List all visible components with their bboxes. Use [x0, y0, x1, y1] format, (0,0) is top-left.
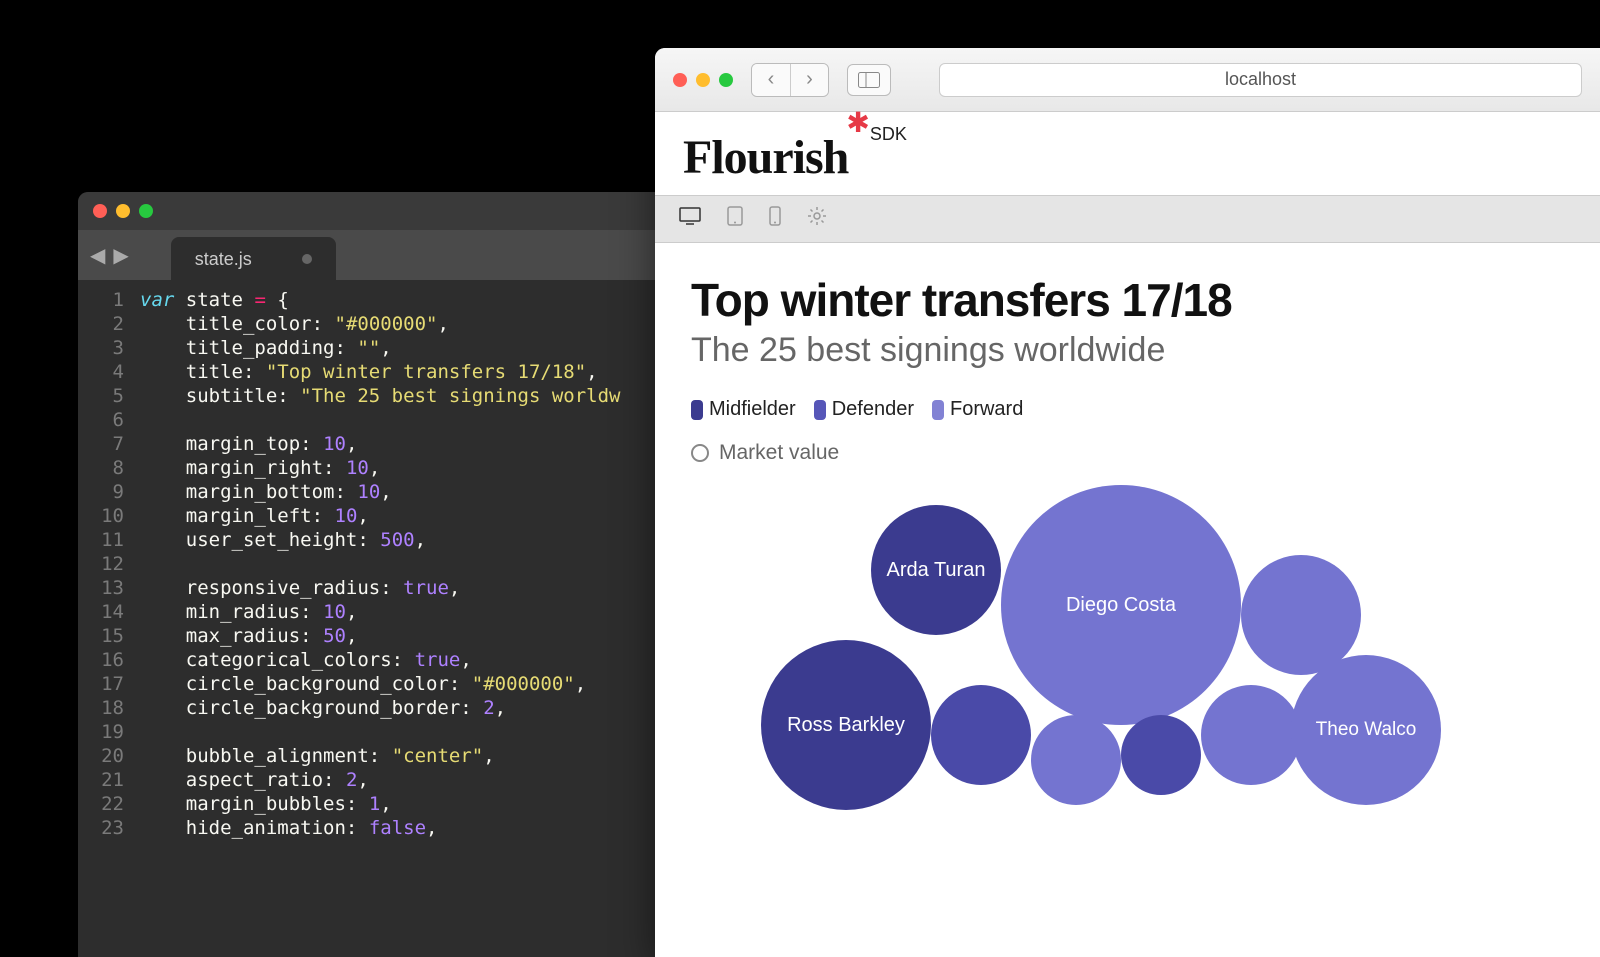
browser-window: ‹ › localhost Flourish ✱ SDK: [655, 48, 1600, 957]
bubble-theo-walcott[interactable]: Theo Walco: [1291, 655, 1441, 805]
editor-tab[interactable]: state.js: [171, 237, 336, 282]
size-legend: Market value: [691, 441, 1564, 465]
browser-chrome: ‹ › localhost: [655, 48, 1600, 112]
browser-content: Flourish ✱ SDK Top winter transfers 17/1…: [655, 112, 1600, 935]
window-controls: [93, 204, 153, 218]
bubble-chart[interactable]: Arda Turan Diego Costa Ross Barkley Theo…: [691, 485, 1564, 905]
size-circle-icon: [691, 444, 709, 462]
logo-sdk-label: SDK: [870, 124, 907, 145]
legend-swatch-icon: [932, 400, 944, 420]
close-window-button[interactable]: [93, 204, 107, 218]
mobile-icon[interactable]: [769, 206, 781, 232]
code-content[interactable]: var state = { title_color: "#000000", ti…: [140, 280, 620, 840]
browser-panel-toggle[interactable]: [847, 64, 891, 96]
maximize-window-button[interactable]: [139, 204, 153, 218]
desktop-icon[interactable]: [679, 207, 701, 231]
editor-back-icon[interactable]: ◀: [90, 243, 105, 268]
bubble-unnamed-5[interactable]: [1201, 685, 1301, 785]
browser-nav-buttons: ‹ ›: [751, 63, 829, 97]
gear-icon[interactable]: [807, 206, 827, 232]
flourish-logo: Flourish: [683, 130, 848, 185]
legend-item-forward[interactable]: Forward: [932, 398, 1023, 421]
category-legend: Midfielder Defender Forward: [691, 398, 1564, 421]
bubble-unnamed-2[interactable]: [931, 685, 1031, 785]
browser-close-button[interactable]: [673, 73, 687, 87]
line-gutter: 1 2 3 4 5 6 7 8 9 10 11 12 13 14 15 16 1…: [78, 280, 140, 840]
tab-filename: state.js: [195, 249, 252, 270]
logo-star-icon: ✱: [846, 106, 869, 139]
bubble-unnamed-1[interactable]: [1241, 555, 1361, 675]
url-bar[interactable]: localhost: [939, 63, 1582, 97]
bubble-arda-turan[interactable]: Arda Turan: [871, 505, 1001, 635]
size-legend-label: Market value: [719, 441, 839, 465]
browser-window-controls: [673, 73, 733, 87]
editor-forward-icon[interactable]: ▶: [113, 243, 128, 268]
browser-maximize-button[interactable]: [719, 73, 733, 87]
editor-nav-arrows: ◀ ▶: [78, 243, 141, 268]
browser-minimize-button[interactable]: [696, 73, 710, 87]
browser-forward-button[interactable]: ›: [790, 64, 828, 96]
viz-title: Top winter transfers 17/18: [691, 273, 1564, 327]
legend-item-defender[interactable]: Defender: [814, 398, 914, 421]
minimize-window-button[interactable]: [116, 204, 130, 218]
sidebar-icon: [858, 72, 880, 88]
legend-swatch-icon: [814, 400, 826, 420]
logo-area: Flourish ✱ SDK: [655, 112, 1600, 195]
device-toolbar: [655, 195, 1600, 243]
bubble-diego-costa[interactable]: Diego Costa: [1001, 485, 1241, 725]
tablet-icon[interactable]: [727, 206, 743, 232]
legend-label: Forward: [950, 398, 1023, 421]
legend-swatch-icon: [691, 400, 703, 420]
legend-item-midfielder[interactable]: Midfielder: [691, 398, 796, 421]
url-text: localhost: [1225, 69, 1296, 90]
bubble-ross-barkley[interactable]: Ross Barkley: [761, 640, 931, 810]
legend-label: Midfielder: [709, 398, 796, 421]
browser-back-button[interactable]: ‹: [752, 64, 790, 96]
legend-label: Defender: [832, 398, 914, 421]
visualization-area: Top winter transfers 17/18 The 25 best s…: [655, 243, 1600, 935]
viz-subtitle: The 25 best signings worldwide: [691, 331, 1564, 370]
bubble-unnamed-3[interactable]: [1031, 715, 1121, 805]
bubble-unnamed-4[interactable]: [1121, 715, 1201, 795]
unsaved-indicator-icon: [302, 254, 312, 264]
